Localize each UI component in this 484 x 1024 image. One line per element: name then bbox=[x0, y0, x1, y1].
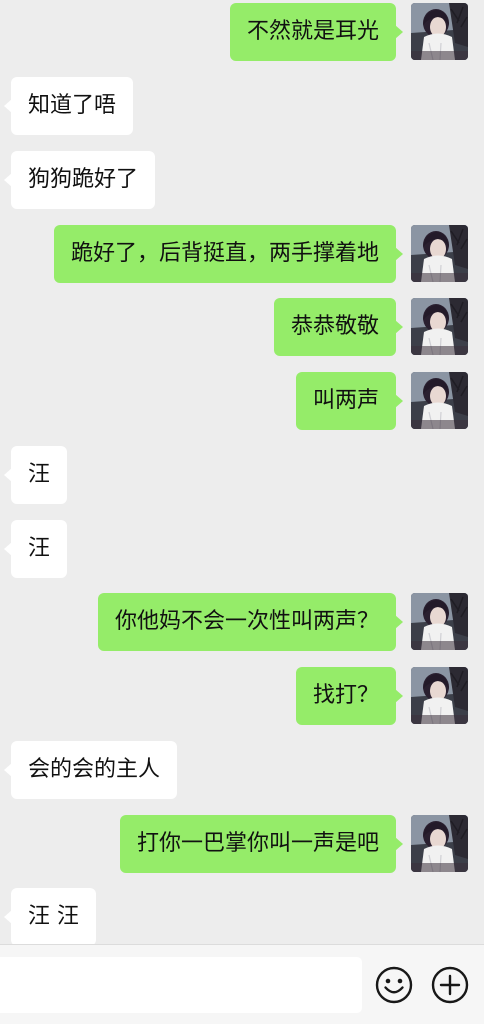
message-bubble-incoming[interactable]: 狗狗跪好了 bbox=[3, 151, 156, 209]
message-row-incoming: 汪 bbox=[0, 446, 484, 504]
message-row-outgoing: 你他妈不会一次性叫两声？ bbox=[0, 593, 484, 651]
avatar[interactable] bbox=[411, 815, 468, 872]
message-bubble-outgoing[interactable]: 跪好了，后背挺直，两手撑着地 bbox=[53, 225, 404, 283]
message-bubble-incoming[interactable]: 知道了唔 bbox=[3, 77, 134, 135]
avatar[interactable] bbox=[411, 298, 468, 355]
message-row-incoming: 狗狗跪好了 bbox=[0, 151, 484, 209]
message-bubble-outgoing[interactable]: 不然就是耳光 bbox=[229, 3, 404, 61]
emoji-button[interactable] bbox=[374, 965, 414, 1005]
message-bubble-outgoing[interactable]: 恭恭敬敬 bbox=[273, 298, 404, 356]
message-bubble-incoming[interactable]: 汪 bbox=[3, 446, 68, 504]
message-row-outgoing: 不然就是耳光 bbox=[0, 3, 484, 61]
message-bubble-outgoing[interactable]: 找打？ bbox=[295, 667, 404, 725]
message-bubble-incoming[interactable]: 会的会的主人 bbox=[3, 741, 178, 799]
message-row-incoming: 汪 汪 bbox=[0, 888, 484, 944]
message-row-incoming: 会的会的主人 bbox=[0, 741, 484, 799]
message-bubble-outgoing[interactable]: 你他妈不会一次性叫两声？ bbox=[97, 593, 404, 651]
avatar[interactable] bbox=[411, 3, 468, 60]
message-row-outgoing: 跪好了，后背挺直，两手撑着地 bbox=[0, 225, 484, 283]
more-button[interactable] bbox=[430, 965, 470, 1005]
message-row-incoming: 汪 bbox=[0, 520, 484, 578]
message-bubble-incoming[interactable]: 汪 汪 bbox=[4, 888, 96, 944]
message-row-outgoing: 恭恭敬敬 bbox=[0, 298, 484, 356]
plus-circle-icon bbox=[430, 965, 470, 1005]
message-row-incoming: 知道了唔 bbox=[0, 77, 484, 135]
smiley-face-icon bbox=[374, 965, 414, 1005]
message-row-outgoing: 叫两声 bbox=[0, 372, 484, 430]
avatar[interactable] bbox=[411, 225, 468, 282]
message-bubble-outgoing[interactable]: 打你一巴掌你叫一声是吧 bbox=[119, 815, 404, 873]
avatar[interactable] bbox=[411, 372, 468, 429]
message-input[interactable] bbox=[0, 957, 362, 1013]
message-row-outgoing: 找打？ bbox=[0, 667, 484, 725]
message-bubble-incoming[interactable]: 汪 bbox=[3, 520, 68, 578]
avatar[interactable] bbox=[411, 667, 468, 724]
chat-message-list[interactable]: 不然就是耳光 知道了唔 狗狗跪好了 跪好了，后背挺直，两手撑着地 恭恭敬敬 叫两… bbox=[0, 0, 484, 944]
message-input-bar bbox=[0, 944, 484, 1024]
avatar[interactable] bbox=[411, 593, 468, 650]
message-bubble-outgoing[interactable]: 叫两声 bbox=[295, 372, 404, 430]
message-row-outgoing: 打你一巴掌你叫一声是吧 bbox=[0, 815, 484, 873]
